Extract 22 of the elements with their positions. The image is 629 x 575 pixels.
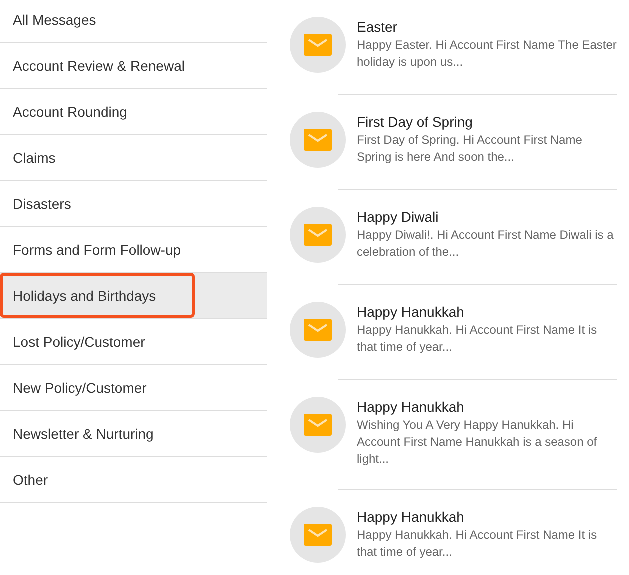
category-item[interactable]: Newsletter & Nurturing [0,411,267,457]
category-item[interactable]: Other [0,457,267,503]
message-title[interactable]: Happy Hanukkah [357,302,617,322]
message-preview: Happy Diwali!. Hi Account First Name Diwali is a celebration of the... [357,227,615,261]
message-title[interactable]: Happy Diwali [357,207,617,227]
message-preview: Happy Hanukkah. Hi Account First Name It is that time of year... [357,322,598,356]
message-preview: First Day of Spring. Hi Account First Name Spring is here And soon the... [357,132,584,166]
message-title[interactable]: Happy Hanukkah [357,507,617,527]
category-item[interactable]: Claims [0,135,267,181]
category-item[interactable]: New Policy/Customer [0,365,267,411]
message-preview: Happy Hanukkah. Hi Account First Name It is that time of year... [357,527,598,561]
category-item[interactable]: Account Rounding [0,89,267,135]
category-item[interactable]: Disasters [0,181,267,227]
message-title[interactable]: First Day of Spring [357,112,617,132]
message-preview: Wishing You A Very Happy Hanukkah. Hi Account First Name Hanukkah is a season of light... [357,417,598,468]
message-preview: Happy Easter. Hi Account First Name The Easter holiday is upon us... [357,37,617,71]
category-item[interactable]: Account Review & Renewal [0,43,267,89]
category-item[interactable]: Holidays and Birthdays [0,273,267,319]
category-item[interactable]: Lost Policy/Customer [0,319,267,365]
category-item[interactable]: All Messages [0,0,267,43]
message-title[interactable]: Easter [357,17,617,37]
message-title[interactable]: Happy Hanukkah [357,397,617,417]
